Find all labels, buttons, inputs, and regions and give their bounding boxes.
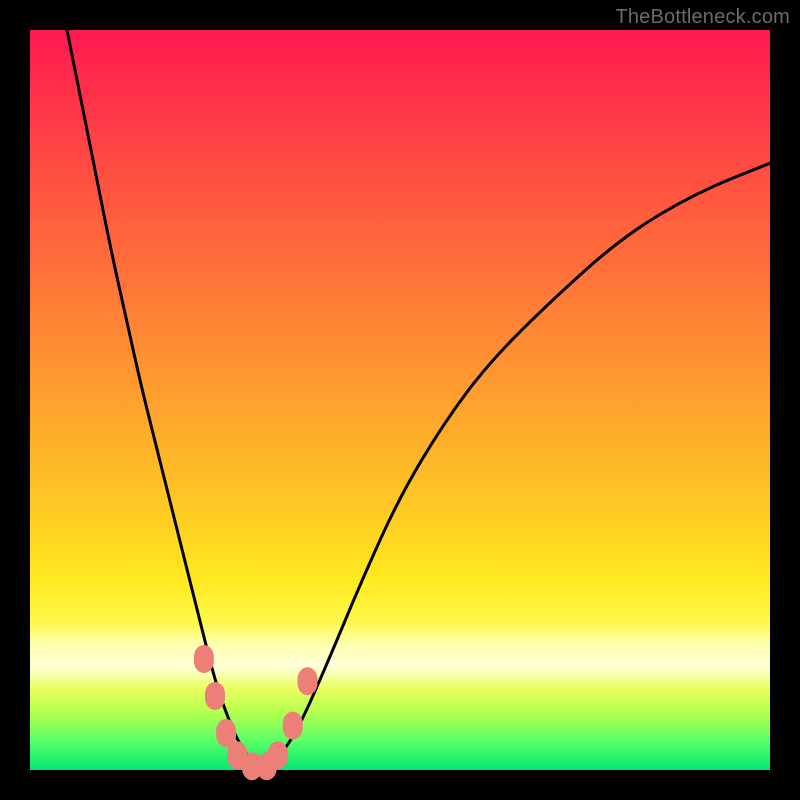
curve-marker [283, 712, 303, 740]
watermark-text: TheBottleneck.com [615, 6, 790, 29]
marker-group [194, 645, 318, 780]
curve-marker [268, 741, 288, 769]
bottleneck-curve-svg [30, 30, 770, 770]
curve-marker [298, 667, 318, 695]
curve-marker [205, 682, 225, 710]
chart-frame: TheBottleneck.com [0, 0, 800, 800]
plot-area [30, 30, 770, 770]
bottleneck-curve-path [67, 30, 770, 768]
curve-marker [194, 645, 214, 673]
